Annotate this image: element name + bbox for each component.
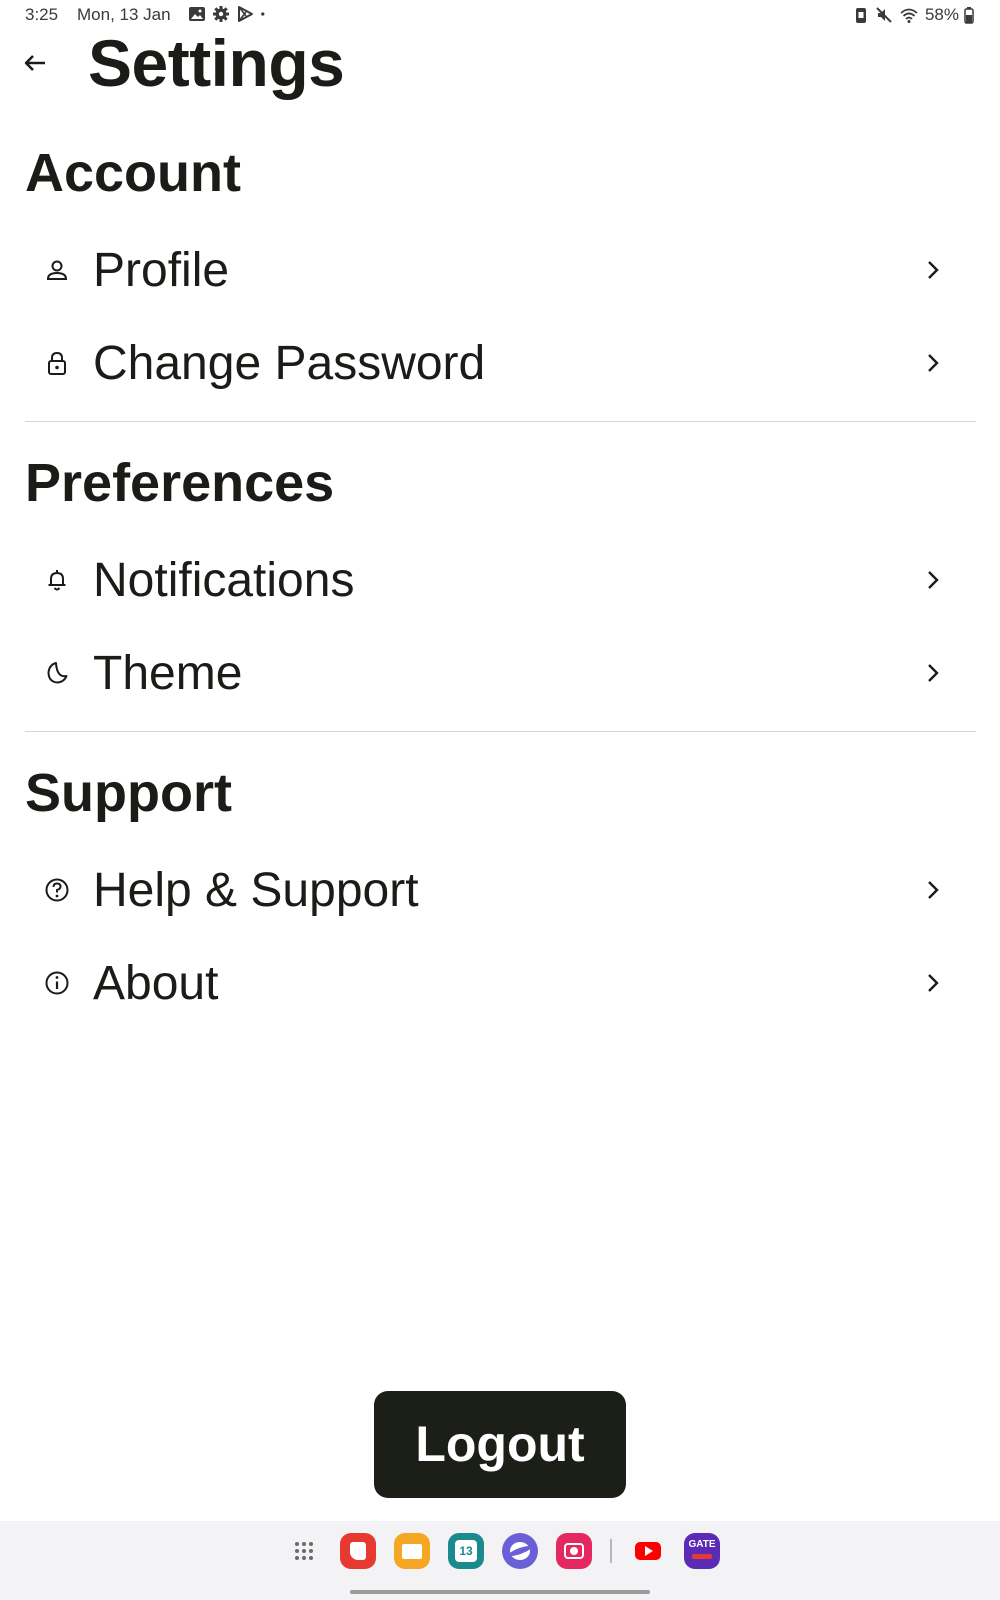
section-title-support: Support bbox=[25, 763, 232, 823]
dot-icon bbox=[261, 12, 265, 16]
home-indicator[interactable] bbox=[350, 1590, 650, 1594]
settings-gear-icon bbox=[213, 6, 229, 22]
settings-row-notifications[interactable]: Notifications bbox=[25, 537, 965, 625]
section-title-preferences: Preferences bbox=[25, 453, 335, 513]
settings-row-label: Theme bbox=[93, 647, 243, 700]
gate-app-label: GATE bbox=[688, 1539, 716, 1550]
battery-saver-icon bbox=[855, 8, 866, 23]
lock-icon bbox=[48, 351, 66, 375]
notes-app-icon[interactable] bbox=[340, 1533, 376, 1569]
logout-button[interactable]: Logout bbox=[374, 1391, 626, 1498]
settings-row-label: Change Password bbox=[93, 337, 486, 390]
status-date: Mon, 13 Jan bbox=[77, 5, 171, 24]
gate-app-icon[interactable]: GATE bbox=[684, 1533, 720, 1569]
settings-row-label: Notifications bbox=[93, 554, 355, 607]
settings-row-help-support[interactable]: Help & Support bbox=[25, 847, 965, 935]
chevron-right-icon bbox=[928, 261, 939, 279]
settings-row-theme[interactable]: Theme bbox=[25, 630, 965, 718]
play-store-icon bbox=[238, 6, 253, 22]
youtube-app-icon[interactable] bbox=[630, 1533, 666, 1569]
status-system-icons: 58% bbox=[852, 5, 974, 25]
settings-row-label: Help & Support bbox=[93, 864, 419, 917]
wifi-icon bbox=[900, 8, 918, 23]
info-icon bbox=[45, 971, 69, 995]
moon-icon bbox=[47, 662, 68, 684]
internet-app-icon[interactable] bbox=[502, 1533, 538, 1569]
calendar-day-label: 13 bbox=[459, 1544, 473, 1558]
chevron-right-icon bbox=[928, 974, 939, 992]
person-icon bbox=[46, 260, 68, 280]
camera-app-icon[interactable] bbox=[556, 1533, 592, 1569]
help-circle-icon bbox=[45, 878, 69, 902]
section-divider bbox=[25, 421, 976, 422]
settings-row-about[interactable]: About bbox=[25, 940, 965, 1028]
settings-row-label: About bbox=[93, 957, 219, 1010]
status-time: 3:25 bbox=[25, 5, 59, 24]
section-title-account: Account bbox=[25, 143, 241, 203]
settings-row-change-password[interactable]: Change Password bbox=[25, 320, 965, 408]
battery-percentage: 58% bbox=[924, 5, 959, 24]
app-drawer-icon[interactable] bbox=[286, 1533, 322, 1569]
app-dock: 13 GATE bbox=[286, 1533, 720, 1569]
page-title: Settings bbox=[88, 26, 345, 100]
taskbar: 13 GATE bbox=[0, 1521, 1000, 1600]
chevron-right-icon bbox=[928, 571, 939, 589]
battery-icon bbox=[964, 7, 974, 24]
status-notification-icons bbox=[188, 5, 270, 23]
chevron-right-icon bbox=[928, 881, 939, 899]
settings-row-profile[interactable]: Profile bbox=[25, 227, 965, 315]
bell-icon bbox=[48, 570, 66, 591]
calendar-app-icon[interactable]: 13 bbox=[448, 1533, 484, 1569]
top-app-bar: Settings bbox=[0, 30, 1000, 100]
section-divider bbox=[25, 731, 976, 732]
dock-separator bbox=[610, 1539, 612, 1563]
mute-icon bbox=[876, 7, 892, 23]
settings-row-label: Profile bbox=[93, 244, 230, 297]
gallery-icon bbox=[189, 7, 205, 21]
chevron-right-icon bbox=[928, 354, 939, 372]
files-app-icon[interactable] bbox=[394, 1533, 430, 1569]
chevron-right-icon bbox=[928, 664, 939, 682]
arrow-left-icon[interactable] bbox=[20, 48, 50, 78]
